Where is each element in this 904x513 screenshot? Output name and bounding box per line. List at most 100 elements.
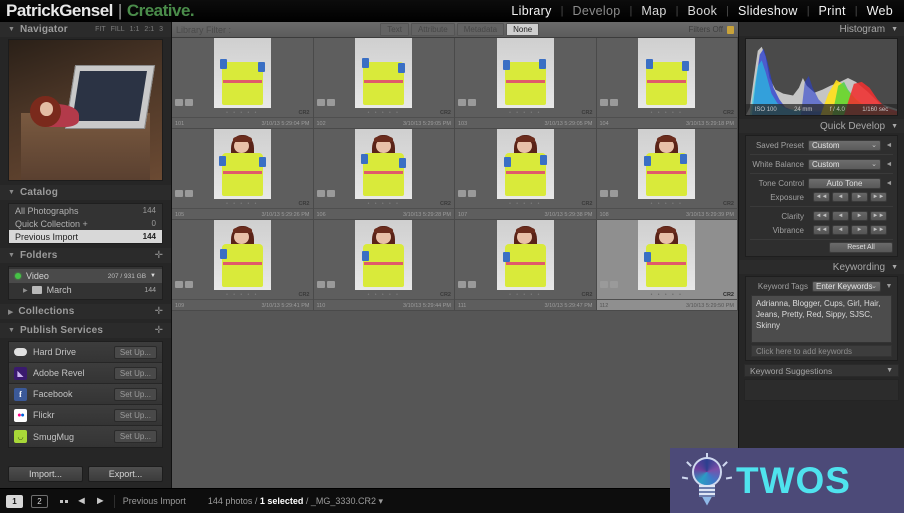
publish-service-smugmug[interactable]: ◡ SmugMug Set Up... (9, 426, 162, 447)
badge-icon[interactable] (185, 190, 193, 197)
keyword-suggestions-header[interactable]: Keyword Suggestions ▼ (744, 364, 899, 377)
badge-icon[interactable] (458, 281, 466, 288)
rating-stars[interactable]: • • • • • (313, 108, 454, 117)
setup-button[interactable]: Set Up... (113, 387, 157, 401)
expand-left-icon[interactable]: ◄ (885, 142, 893, 149)
thumbnail[interactable] (597, 220, 738, 290)
thumbnail-badges[interactable] (458, 281, 476, 288)
expand-left-icon[interactable]: ◄ (885, 180, 893, 187)
grid-cell[interactable]: • • • • • CR2 106 3/10/13 5:29:28 PM (313, 129, 455, 220)
vibrance-step-down[interactable]: ◄ (832, 225, 849, 235)
thumbnail[interactable] (314, 38, 455, 108)
thumbnail[interactable] (455, 220, 596, 290)
rating-stars[interactable]: • • • • • (172, 108, 313, 117)
add-folder-icon[interactable]: ✛ (155, 250, 163, 261)
rating-stars[interactable]: • • • • • (596, 199, 737, 208)
badge-icon[interactable] (175, 190, 183, 197)
badge-icon[interactable] (468, 99, 476, 106)
rating-stars[interactable]: • • • • • (596, 108, 737, 117)
navigator-header[interactable]: ▼ Navigator FIT FILL 1:1 2:1 3 (0, 22, 171, 37)
histogram-chart[interactable]: ISO 100 24 mm f / 4.0 1/160 sec (745, 38, 898, 116)
next-photo-arrow[interactable]: ► (95, 495, 106, 507)
thumbnail-badges[interactable] (599, 99, 618, 106)
clarity-step-big-down[interactable]: ◄◄ (813, 211, 830, 221)
badge-icon[interactable] (609, 99, 618, 106)
badge-icon[interactable] (326, 99, 335, 106)
exposure-step-big-up[interactable]: ►► (870, 192, 887, 202)
chevron-right-icon[interactable]: ▶ (23, 287, 28, 294)
badge-icon[interactable] (458, 99, 466, 106)
badge-icon[interactable] (599, 99, 608, 106)
thumbnail-badges[interactable] (316, 281, 335, 288)
thumbnail[interactable] (314, 220, 455, 290)
module-develop[interactable]: Develop (564, 4, 630, 18)
thumbnail[interactable] (314, 129, 455, 199)
thumbnail-badges[interactable] (316, 190, 335, 197)
publish-service-facebook[interactable]: f Facebook Set Up... (9, 384, 162, 405)
vibrance-step-big-up[interactable]: ►► (870, 225, 887, 235)
badge-icon[interactable] (468, 190, 476, 197)
badge-icon[interactable] (609, 281, 618, 288)
badge-icon[interactable] (316, 190, 325, 197)
histogram-header[interactable]: Histogram ▼ (739, 22, 904, 36)
badge-icon[interactable] (185, 99, 193, 106)
zoom-more[interactable]: 3 (159, 26, 163, 33)
grid-cell[interactable]: • • • • • CR2 101 3/10/13 5:29:04 PM (172, 38, 314, 129)
publish-service-hard-drive[interactable]: Hard Drive Set Up... (9, 342, 162, 363)
view-mode-2-button[interactable]: 2 (31, 494, 48, 508)
auto-tone-button[interactable]: Auto Tone (808, 177, 881, 189)
keywording-header[interactable]: Keywording ▼ (739, 260, 904, 274)
badge-icon[interactable] (185, 281, 193, 288)
grid-cell[interactable]: • • • • • CR2 107 3/10/13 5:29:38 PM (455, 129, 597, 220)
lock-icon[interactable] (727, 25, 734, 34)
add-collection-icon[interactable]: ✛ (155, 306, 163, 317)
badge-icon[interactable] (458, 190, 466, 197)
quick-develop-header[interactable]: Quick Develop ▼ (739, 119, 904, 133)
thumbnail[interactable] (597, 38, 738, 108)
clarity-step-up[interactable]: ► (851, 211, 868, 221)
folders-header[interactable]: ▼ Folders ✛ (0, 248, 171, 263)
vibrance-step-big-down[interactable]: ◄◄ (813, 225, 830, 235)
badge-icon[interactable] (468, 281, 476, 288)
keyword-tags-mode-select[interactable]: Enter Keywords ⌄ (812, 280, 881, 292)
zoom-fit[interactable]: FIT (95, 26, 106, 33)
collections-header[interactable]: ▶ Collections ✛ (0, 304, 171, 319)
grid-cell[interactable]: • • • • • CR2 108 3/10/13 5:29:39 PM (596, 129, 738, 220)
status-caret-icon[interactable]: ▾ (378, 496, 383, 506)
folder-item-march[interactable]: ▶ March 144 (9, 283, 162, 297)
thumbnail[interactable] (172, 38, 313, 108)
zoom-1-1[interactable]: 1:1 (130, 26, 140, 33)
export-button[interactable]: Export... (88, 466, 163, 482)
vibrance-step-up[interactable]: ► (851, 225, 868, 235)
module-print[interactable]: Print (810, 4, 855, 18)
folder-volume-video[interactable]: Video 207 / 931 GB ▼ (9, 269, 162, 283)
thumbnail-badges[interactable] (458, 99, 476, 106)
clarity-step-down[interactable]: ◄ (832, 211, 849, 221)
thumbnail-badges[interactable] (175, 281, 193, 288)
thumbnail-badges[interactable] (175, 99, 193, 106)
badge-icon[interactable] (326, 281, 335, 288)
thumbnail-badges[interactable] (599, 190, 618, 197)
rating-stars[interactable]: • • • • • (172, 199, 313, 208)
zoom-fill[interactable]: FILL (111, 26, 125, 33)
module-book[interactable]: Book (678, 4, 726, 18)
grid-cell[interactable]: • • • • • CR2 103 3/10/13 5:29:05 PM (455, 38, 597, 129)
setup-button[interactable]: Set Up... (113, 345, 157, 359)
thumbnail[interactable] (455, 129, 596, 199)
grid-cell[interactable]: • • • • • CR2 109 3/10/13 5:29:41 PM (172, 220, 314, 311)
thumbnail[interactable] (455, 38, 596, 108)
filter-tab-text[interactable]: Text (380, 23, 409, 36)
exposure-step-down[interactable]: ◄ (832, 192, 849, 202)
thumbnail[interactable] (172, 129, 313, 199)
chevron-down-icon[interactable]: ▼ (885, 283, 893, 290)
keyword-tags-field[interactable]: Adrianna, Blogger, Cups, Girl, Hair, Jea… (751, 295, 892, 343)
exposure-step-big-down[interactable]: ◄◄ (813, 192, 830, 202)
keyword-suggestions-grid[interactable] (744, 379, 899, 401)
badge-icon[interactable] (326, 190, 335, 197)
module-web[interactable]: Web (858, 4, 902, 18)
setup-button[interactable]: Set Up... (113, 430, 157, 443)
badge-icon[interactable] (599, 190, 608, 197)
white-balance-select[interactable]: Custom ⌄ (808, 158, 881, 170)
catalog-item-quick-collection[interactable]: Quick Collection + 0 (9, 217, 162, 230)
filters-state-label[interactable]: Filters Off (688, 25, 723, 34)
